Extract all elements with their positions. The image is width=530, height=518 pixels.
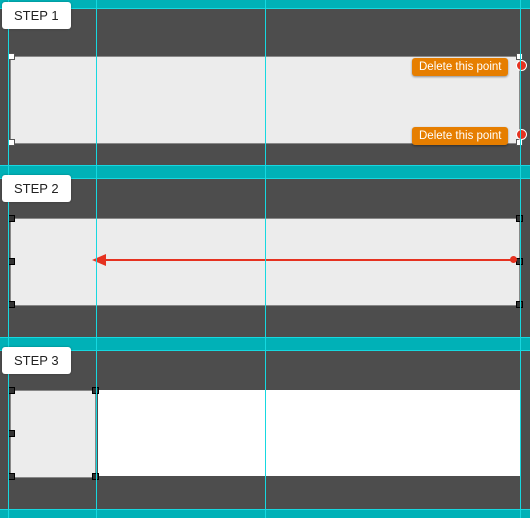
resize-handle[interactable] bbox=[8, 258, 15, 265]
resize-handle[interactable] bbox=[8, 387, 15, 394]
grid-line-vertical bbox=[265, 0, 266, 518]
resize-handle[interactable] bbox=[8, 301, 15, 308]
drag-arrow bbox=[104, 259, 514, 261]
grid-line-vertical bbox=[520, 0, 521, 518]
resize-handle[interactable] bbox=[8, 53, 15, 60]
grid-line-horizontal bbox=[0, 337, 530, 338]
grid-line-horizontal bbox=[0, 178, 530, 179]
grid-line-horizontal bbox=[0, 350, 530, 351]
step-label-2: STEP 2 bbox=[2, 175, 71, 202]
grid-line-horizontal bbox=[0, 8, 530, 9]
resize-handle[interactable] bbox=[8, 473, 15, 480]
drag-origin-dot bbox=[510, 256, 517, 263]
anchor-point[interactable] bbox=[516, 129, 527, 140]
resize-handle[interactable] bbox=[8, 139, 15, 146]
resize-handle[interactable] bbox=[8, 430, 15, 437]
editor-canvas: Delete this point Delete this point STEP… bbox=[0, 0, 530, 518]
grid-line-vertical bbox=[8, 0, 9, 518]
step-label-1: STEP 1 bbox=[2, 2, 71, 29]
delete-point-tooltip[interactable]: Delete this point bbox=[412, 127, 508, 145]
step3-narrow-box[interactable] bbox=[10, 390, 96, 478]
anchor-point[interactable] bbox=[516, 60, 527, 71]
grid-line-horizontal bbox=[0, 165, 530, 166]
step3-white-box[interactable] bbox=[98, 390, 520, 476]
step-label-3: STEP 3 bbox=[2, 347, 71, 374]
arrow-head-icon bbox=[92, 254, 106, 266]
grid-line-vertical bbox=[96, 0, 97, 518]
delete-point-tooltip[interactable]: Delete this point bbox=[412, 58, 508, 76]
resize-handle[interactable] bbox=[8, 215, 15, 222]
grid-line-horizontal bbox=[0, 509, 530, 510]
